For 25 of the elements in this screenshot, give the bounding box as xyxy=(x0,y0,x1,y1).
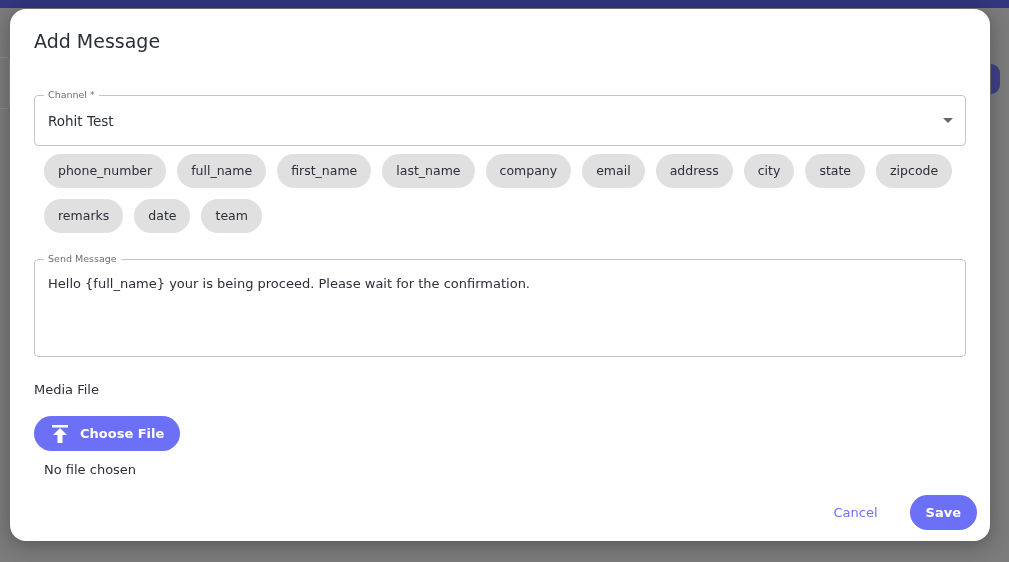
variable-chip[interactable]: team xyxy=(201,199,262,233)
variable-chip[interactable]: email xyxy=(582,154,645,188)
upload-icon xyxy=(52,424,68,443)
variable-chip[interactable]: phone_number xyxy=(44,154,167,188)
variable-chip[interactable]: remarks xyxy=(44,199,124,233)
variable-chip[interactable]: state xyxy=(805,154,866,188)
cancel-button[interactable]: Cancel xyxy=(817,495,894,530)
channel-label: Channel * xyxy=(44,89,99,101)
variable-chip[interactable]: zipcode xyxy=(876,154,953,188)
variable-chip[interactable]: address xyxy=(655,154,733,188)
save-button[interactable]: Save xyxy=(909,495,977,530)
variable-chip[interactable]: company xyxy=(485,154,572,188)
variable-chip[interactable]: city xyxy=(743,154,795,188)
dropdown-caret-icon xyxy=(943,118,953,123)
file-status-text: No file chosen xyxy=(44,462,138,477)
dialog-title: Add Message xyxy=(34,29,162,54)
variable-chip[interactable]: first_name xyxy=(277,154,372,188)
variable-chip[interactable]: date xyxy=(134,199,191,233)
channel-value: Rohit Test xyxy=(48,112,114,129)
variable-chip[interactable]: full_name xyxy=(177,154,267,188)
variable-chip[interactable]: last_name xyxy=(382,154,475,188)
message-text: Hello {full_name} your is being proceed. Please wait for the confirmation. xyxy=(48,276,530,291)
choose-file-button[interactable]: Choose File xyxy=(34,416,181,451)
message-label: Send Message xyxy=(44,253,121,265)
media-file-label: Media File xyxy=(34,382,100,398)
